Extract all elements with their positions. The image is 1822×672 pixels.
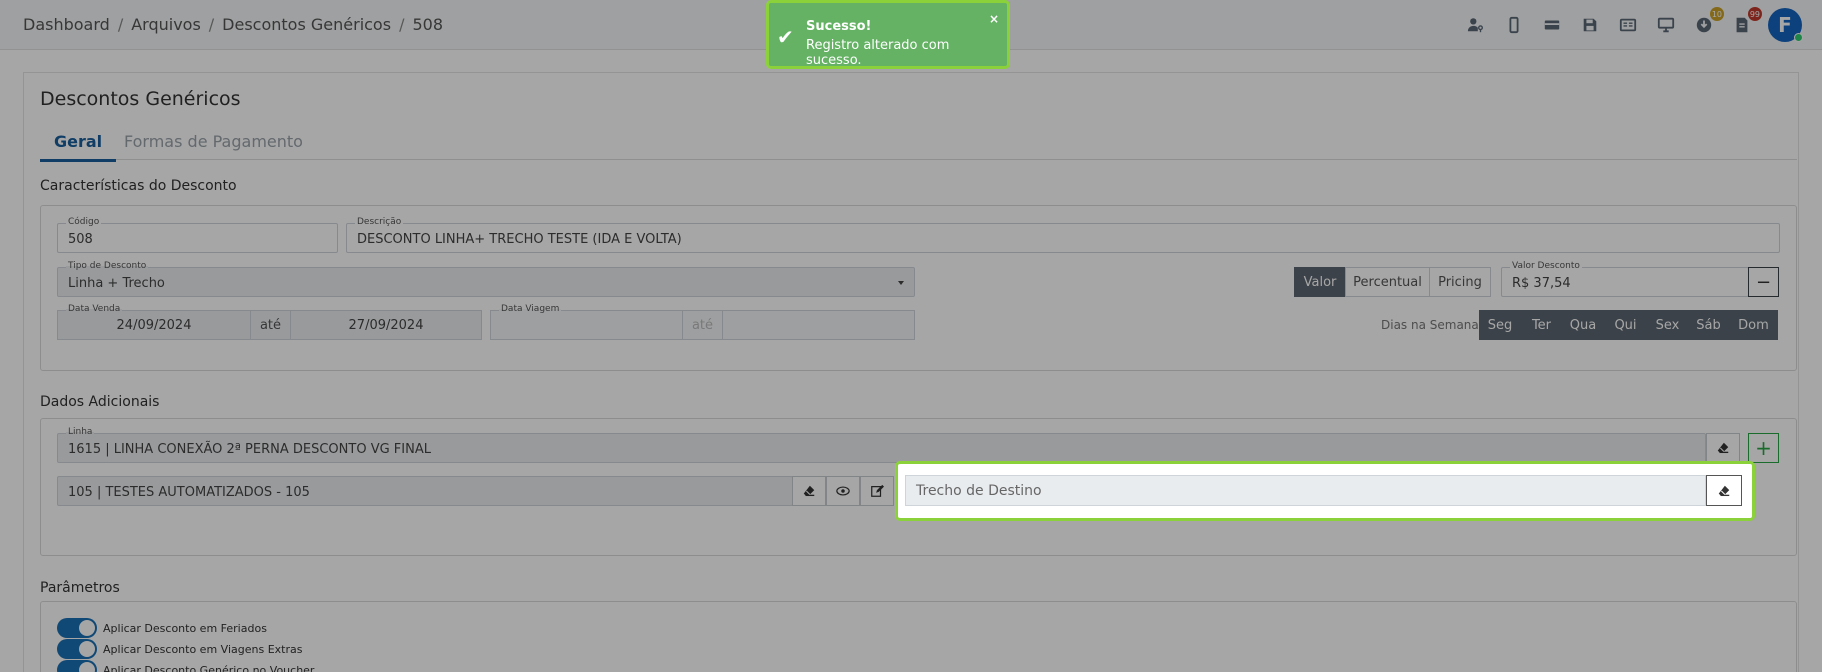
eraser-icon <box>1718 485 1730 496</box>
close-icon[interactable]: × <box>989 12 999 26</box>
trecho-destino-placeholder: Trecho de Destino <box>916 483 1042 499</box>
trecho-destino-field[interactable]: Trecho de Destino <box>905 475 1706 506</box>
modal-overlay <box>0 0 1822 672</box>
toast-title: Sucesso! <box>806 19 872 34</box>
toast-message: Registro alterado com sucesso. <box>806 38 950 68</box>
success-toast: ✔ Sucesso! Registro alterado com sucesso… <box>766 0 1010 69</box>
trecho-destino-erase-button[interactable] <box>1706 475 1742 506</box>
check-icon: ✔ <box>777 25 794 49</box>
trecho-destino-highlight: Trecho de Destino <box>895 461 1755 521</box>
